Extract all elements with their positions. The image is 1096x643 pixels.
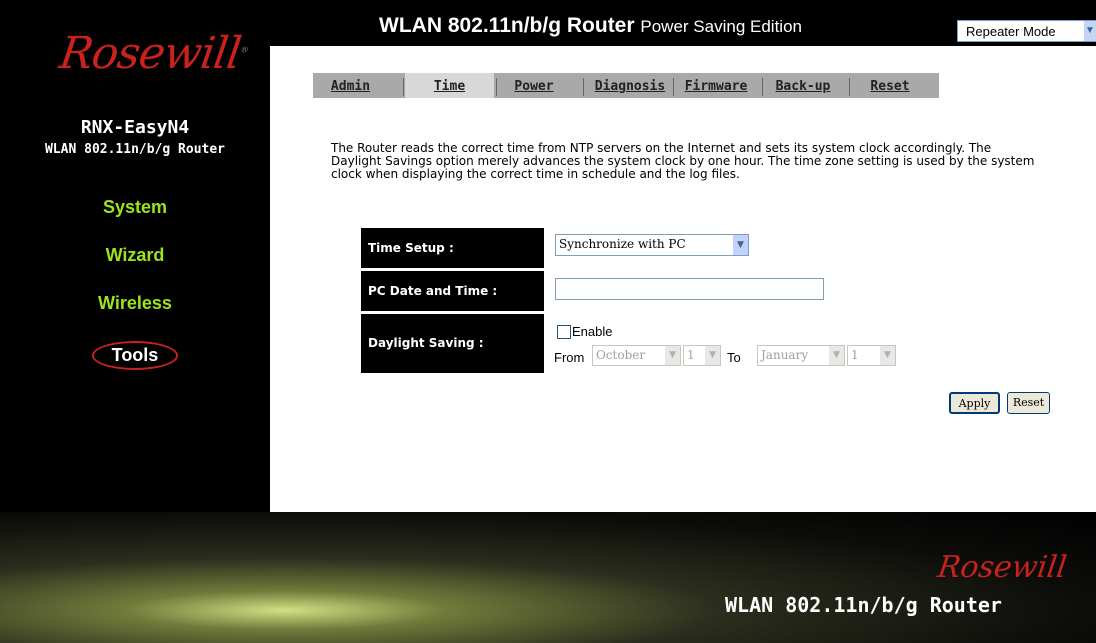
mode-select[interactable]: Repeater Mode ▼ — [957, 20, 1096, 42]
from-label: From — [554, 350, 585, 365]
tab-firmware[interactable]: Firmware — [675, 73, 757, 98]
to-day-value: 1 — [851, 348, 859, 362]
chevron-down-icon: ▼ — [733, 235, 748, 255]
reset-button[interactable]: Reset — [1007, 392, 1050, 414]
to-month-select[interactable]: January ▼ — [757, 345, 845, 366]
tab-separator — [496, 78, 497, 96]
time-setup-value: Synchronize with PC — [559, 237, 686, 251]
chevron-down-icon: ▼ — [665, 346, 680, 365]
page-title-edition: Power Saving Edition — [640, 17, 802, 36]
tab-time[interactable]: Time — [405, 73, 494, 98]
chevron-down-icon: ▼ — [880, 346, 895, 365]
from-day-value: 1 — [687, 348, 695, 362]
sidebar-item-system[interactable]: System — [0, 197, 270, 218]
footer-rosewill-logo: Rosewill — [935, 550, 1069, 585]
chevron-down-icon: ▼ — [705, 346, 720, 365]
daylight-saving-label: Daylight Saving : — [361, 314, 544, 373]
page-title-main: WLAN 802.11n/b/g Router — [379, 14, 635, 37]
sidebar: Rosewill® RNX-EasyN4 WLAN 802.11n/b/g Ro… — [0, 0, 270, 512]
footer-product-name: WLAN 802.11n/b/g Router — [725, 593, 1002, 617]
chevron-down-icon: ▼ — [1084, 21, 1096, 41]
from-month-value: October — [596, 348, 646, 362]
sidebar-item-wireless[interactable]: Wireless — [0, 293, 270, 314]
to-month-value: January — [761, 348, 809, 362]
header: WLAN 802.11n/b/g Router Power Saving Edi… — [270, 0, 1096, 46]
time-setup-select[interactable]: Synchronize with PC ▼ — [555, 234, 749, 256]
tab-separator — [762, 78, 763, 96]
mode-select-value: Repeater Mode — [966, 24, 1056, 39]
to-label: To — [727, 350, 741, 365]
sidebar-item-tools-label: Tools — [91, 341, 179, 370]
pc-date-time-label: PC Date and Time : — [361, 271, 544, 311]
sidebar-item-tools[interactable]: Tools — [0, 341, 270, 370]
time-setup-label: Time Setup : — [361, 228, 544, 268]
tab-separator — [583, 78, 584, 96]
tab-separator — [849, 78, 850, 96]
tab-reset[interactable]: Reset — [861, 73, 919, 98]
model-name: RNX-EasyN4 — [80, 117, 190, 138]
description-text: The Router reads the correct time from N… — [331, 141, 1035, 181]
footer-banner — [0, 512, 1096, 643]
tab-backup[interactable]: Back-up — [765, 73, 841, 98]
sidebar-item-wizard[interactable]: Wizard — [0, 245, 270, 266]
to-day-select[interactable]: 1 ▼ — [847, 345, 896, 366]
pc-date-time-field[interactable] — [555, 278, 824, 300]
tab-separator — [403, 78, 404, 96]
tab-bar: Admin Time Power Diagnosis Firmware Back… — [313, 73, 939, 98]
tab-power[interactable]: Power — [500, 73, 568, 98]
rosewill-logo: Rosewill® — [56, 28, 249, 79]
tab-diagnosis[interactable]: Diagnosis — [586, 73, 674, 98]
from-day-select[interactable]: 1 ▼ — [683, 345, 721, 366]
enable-label: Enable — [572, 324, 613, 339]
tab-separator — [673, 78, 674, 96]
model-subtitle: WLAN 802.11n/b/g Router — [44, 142, 225, 157]
chevron-down-icon: ▼ — [829, 346, 844, 365]
from-month-select[interactable]: October ▼ — [592, 345, 681, 366]
tab-admin[interactable]: Admin — [323, 73, 378, 98]
main-content: Admin Time Power Diagnosis Firmware Back… — [270, 46, 1096, 512]
daylight-enable-checkbox[interactable] — [557, 325, 571, 339]
apply-button[interactable]: Apply — [949, 392, 1000, 414]
page-title: WLAN 802.11n/b/g Router Power Saving Edi… — [379, 14, 802, 38]
